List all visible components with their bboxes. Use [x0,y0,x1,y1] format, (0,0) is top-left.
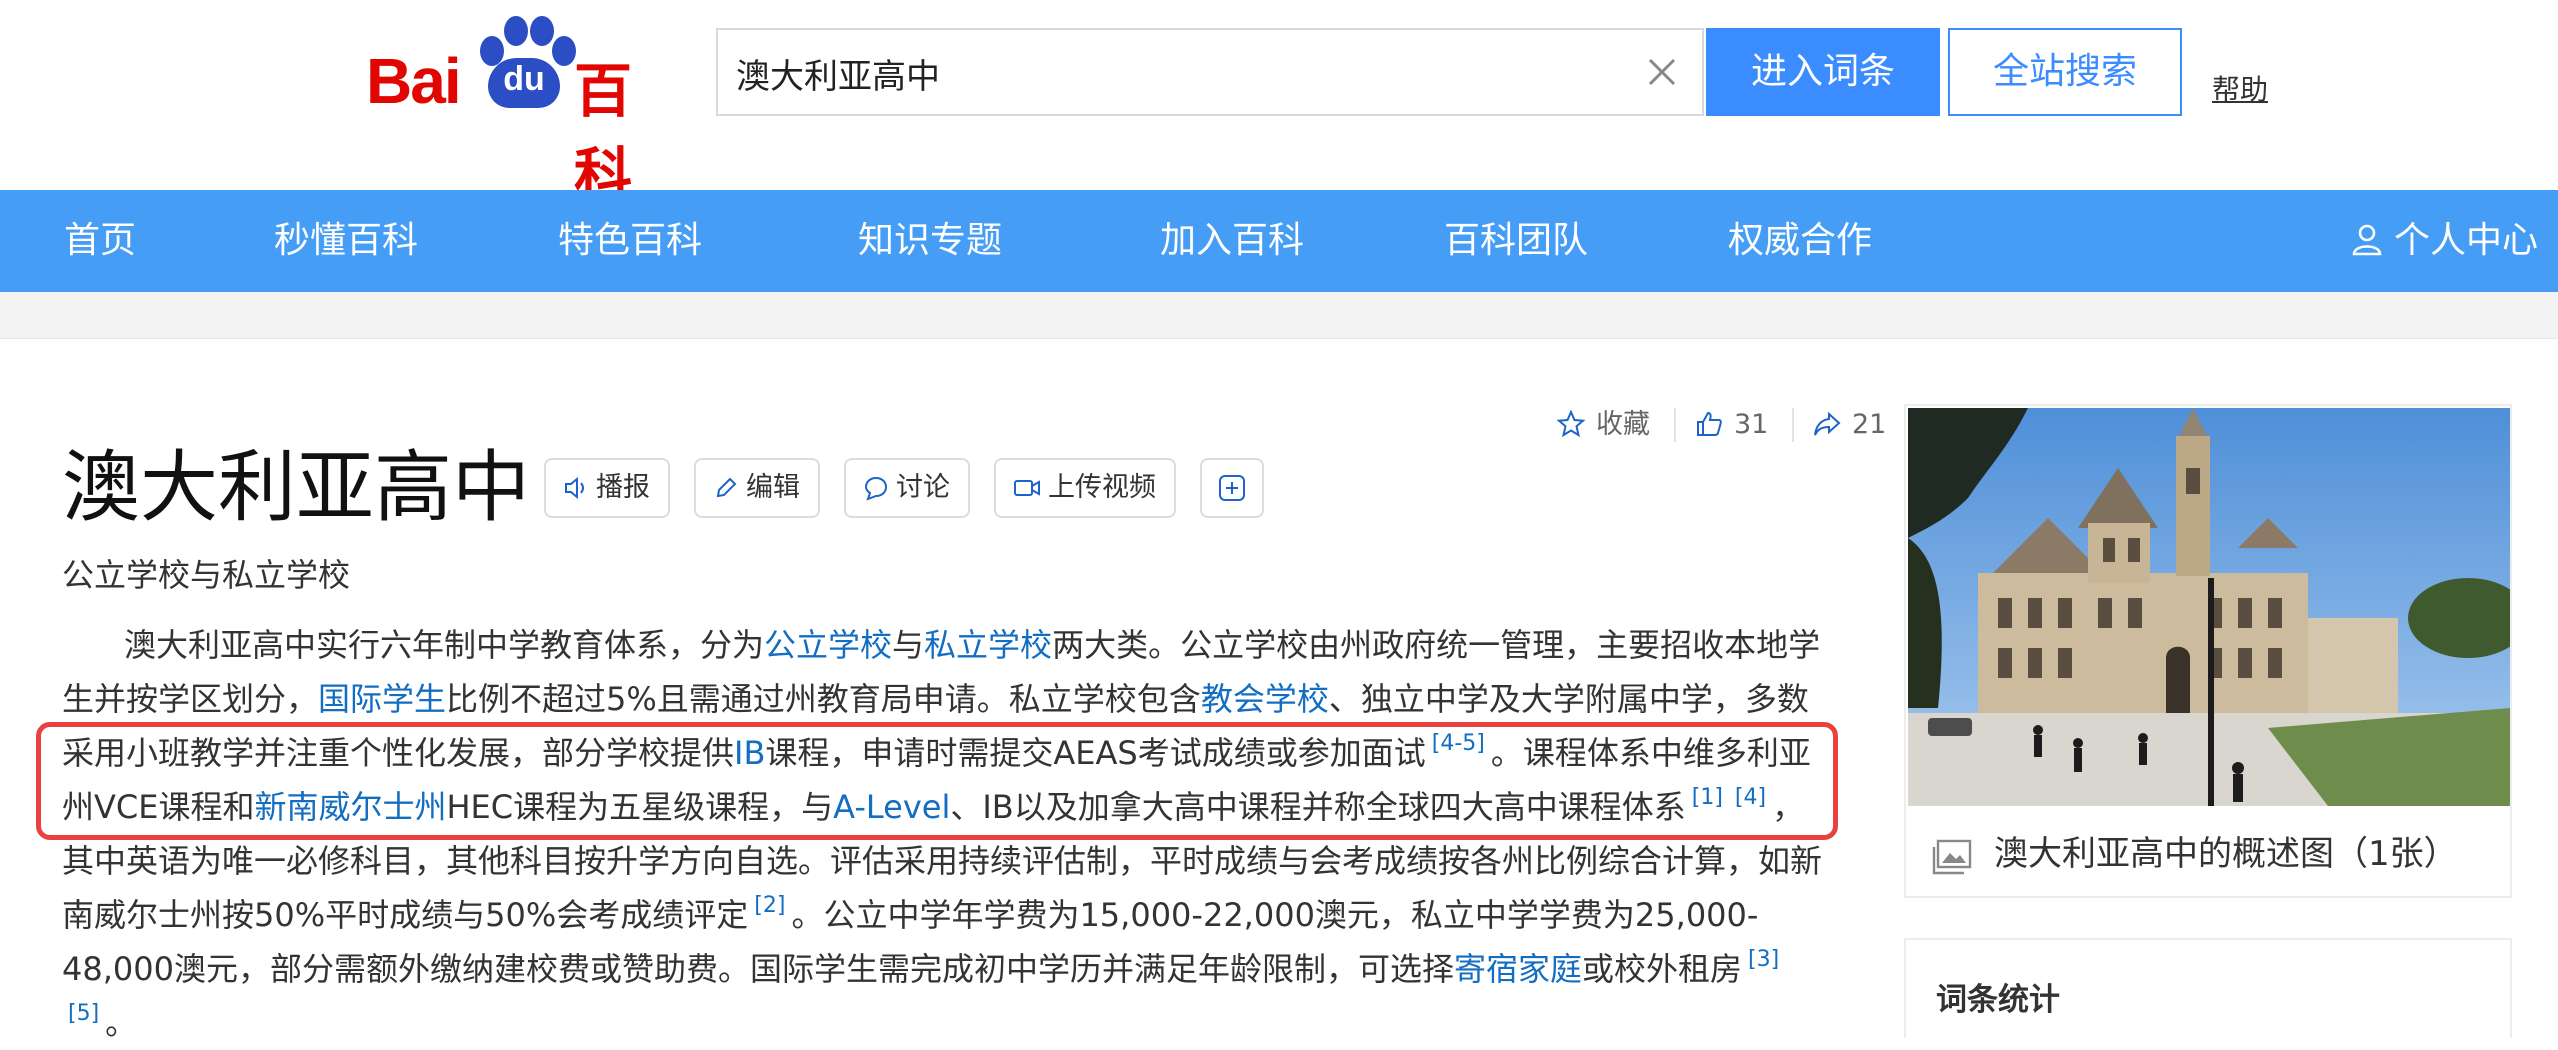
personal-center-link[interactable]: 个人中心 [2350,190,2538,292]
summary-text: 比例不超过5%且需通过州教育局申请。私立学校包含 [446,680,1201,718]
entry-stats-card: 词条统计 [1904,938,2512,1038]
logo-du-text: du [503,60,545,98]
nav-item-join[interactable]: 加入百科 [1160,190,1304,292]
summary-text: 。 [105,1004,138,1042]
citation-4-5[interactable]: [4-5] [1432,731,1485,756]
add-more-button[interactable] [1200,458,1264,518]
share-count: 21 [1852,409,1887,440]
summary-text: 与 [892,626,925,664]
link-private-school[interactable]: 私立学校 [924,626,1052,664]
main-nav: 首页 秒懂百科 特色百科 知识专题 加入百科 百科团队 权威合作 个人中心 [0,190,2558,292]
plus-square-icon [1219,475,1245,501]
discuss-label: 讨论 [896,472,950,503]
summary-text: 、IB以及加拿大高中课程并称全球四大高中课程体系 [950,788,1686,826]
play-label: 播报 [596,472,650,503]
link-international-students[interactable]: 国际学生 [318,680,446,718]
summary-text: HEC课程为五星级课程，与 [446,788,834,826]
upload-video-button[interactable]: 上传视频 [994,458,1176,518]
like-button[interactable]: 31 [1694,402,1768,448]
nav-item-cooperation[interactable]: 权威合作 [1728,190,1872,292]
search-input[interactable] [734,30,1618,116]
paw-icon: du [474,12,576,112]
school-building-photo[interactable] [1908,408,2510,806]
link-church-school[interactable]: 教会学校 [1201,680,1329,718]
nav-item-featured[interactable]: 特色百科 [558,190,702,292]
play-audio-button[interactable]: 播报 [544,458,670,518]
link-homestay[interactable]: 寄宿家庭 [1454,950,1582,988]
share-arrow-icon [1814,411,1841,436]
image-caption-text: 澳大利亚高中的概述图（1张） [1994,834,2458,874]
speaker-icon [565,476,584,500]
thumbs-up-icon [1697,411,1722,436]
share-button[interactable]: 21 [1812,402,1886,448]
site-search-button[interactable]: 全站搜索 [1948,28,2182,116]
edit-button[interactable]: 编辑 [694,458,820,518]
nav-item-miaodong[interactable]: 秒懂百科 [274,190,418,292]
video-camera-icon [1014,480,1040,496]
favorite-button[interactable]: 收藏 [1556,402,1650,448]
upload-video-label: 上传视频 [1048,472,1156,503]
page-divider-band [0,292,2558,339]
chat-bubble-icon [864,476,888,501]
baidu-baike-logo[interactable]: Bai du 百科 [366,12,686,209]
action-divider [1792,408,1794,442]
discuss-button[interactable]: 讨论 [844,458,970,518]
help-link[interactable]: 帮助 [2212,68,2268,108]
overview-image-card[interactable]: 澳大利亚高中的概述图（1张） [1904,404,2512,898]
summary-paragraph: 澳大利亚高中实行六年制中学教育体系，分为公立学校与私立学校两大类。公立学校由州政… [62,618,1832,1050]
summary-text: 课程，申请时需提交AEAS考试成绩或参加面试 [765,734,1426,772]
nav-item-home[interactable]: 首页 [64,190,136,292]
citation-4[interactable]: [4] [1735,785,1766,810]
personal-center-label: 个人中心 [2393,220,2538,261]
entry-stats-title: 词条统计 [1936,982,2060,1018]
image-gallery-icon [1932,839,1972,875]
logo-baike-text: 百科 [574,57,633,209]
page-subtitle: 公立学校与私立学校 [62,556,351,594]
search-box [716,28,1704,116]
nav-item-team[interactable]: 百科团队 [1444,190,1588,292]
nav-item-topics[interactable]: 知识专题 [858,190,1002,292]
citation-5[interactable]: [5] [68,1001,99,1026]
citation-2[interactable]: [2] [754,893,785,918]
edit-label: 编辑 [746,472,800,503]
like-count: 31 [1734,409,1769,440]
star-icon [1556,409,1586,438]
link-ib[interactable]: IB [734,734,765,772]
link-public-school[interactable]: 公立学校 [764,626,892,664]
favorite-label: 收藏 [1596,409,1650,440]
logo-bai-text: Bai [366,45,462,117]
user-icon [2352,224,2382,256]
link-a-level[interactable]: A-Level [833,788,950,826]
pencil-icon [716,477,737,498]
citation-1[interactable]: [1] [1692,785,1723,810]
citation-3[interactable]: [3] [1748,947,1779,972]
summary-text: 或校外租房 [1582,950,1743,988]
enter-entry-button[interactable]: 进入词条 [1706,28,1940,116]
link-new-south-wales[interactable]: 新南威尔士州 [254,788,446,826]
clear-icon[interactable] [1642,52,1682,92]
summary-text: 澳大利亚高中实行六年制中学教育体系，分为 [124,626,765,664]
action-divider [1674,408,1676,442]
page-title: 澳大利亚高中 [62,443,531,533]
image-caption[interactable]: 澳大利亚高中的概述图（1张） [1932,816,2458,892]
